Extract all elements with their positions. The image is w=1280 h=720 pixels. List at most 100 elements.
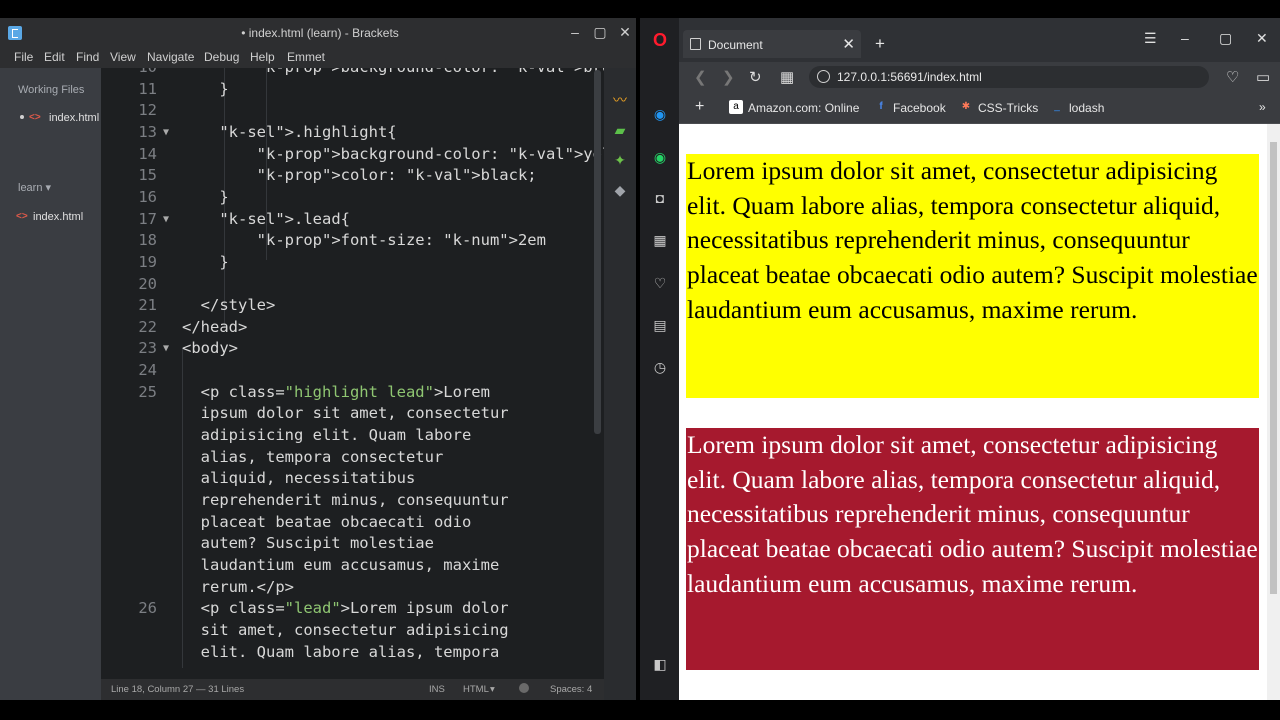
menu-emmet[interactable]: Emmet (287, 50, 325, 64)
insert-mode[interactable]: INS (429, 684, 445, 695)
code-line[interactable]: elit. Quam labore alias, tempora (101, 643, 604, 665)
maximize-button[interactable]: ▢ (1219, 30, 1232, 47)
code-line[interactable]: 26 <p class="lead">Lorem ipsum dolor (101, 599, 604, 621)
page-scrollbar-thumb[interactable] (1270, 142, 1277, 594)
code-line[interactable]: ipsum dolor sit amet, consectetur (101, 404, 604, 426)
tabs-grid-icon[interactable]: ▦ (780, 68, 794, 86)
code-text: } (182, 187, 229, 206)
code-line[interactable]: laudantium eum accusamus, maxime (101, 556, 604, 578)
code-line[interactable]: 10 "k-prop">background-color: "k-val">br… (101, 68, 604, 80)
menu-view[interactable]: View (110, 50, 136, 64)
minimize-button[interactable]: – (564, 22, 586, 42)
messenger-icon[interactable]: ◉ (650, 104, 670, 124)
code-text: </head> (182, 317, 248, 336)
back-icon[interactable]: ❮ (694, 68, 707, 86)
code-line[interactable]: 12 (101, 101, 604, 123)
code-line[interactable]: 20 (101, 275, 604, 297)
menu-navigate[interactable]: Navigate (147, 50, 194, 64)
fold-arrow-icon[interactable]: ▼ (163, 214, 169, 225)
lodash-icon: _ (1054, 101, 1060, 112)
indent-spaces[interactable]: Spaces: 4 (550, 684, 592, 695)
add-bookmark-button[interactable]: + (693, 98, 713, 116)
code-text: sit amet, consectetur adipisicing (182, 620, 509, 639)
camera-icon[interactable]: ◘ (650, 188, 670, 208)
menu-help[interactable]: Help (250, 50, 275, 64)
opera-window: O ◉ ◉ ◘ ▦ ♡ ▤ ◷ ◧ Document ✕ + ☰ – ▢ ✕ ❮… (640, 18, 1280, 700)
page-scrollbar[interactable] (1267, 124, 1280, 700)
line-number: 18 (138, 231, 157, 250)
more-bookmarks-icon[interactable]: » (1259, 100, 1271, 116)
menu-find[interactable]: Find (76, 50, 99, 64)
bookmark-amazon[interactable]: a Amazon.com: Online (729, 100, 859, 116)
code-line[interactable]: 22 </head> (101, 318, 604, 340)
project-dropdown[interactable]: learn ▾ (18, 181, 51, 194)
menu-file[interactable]: File (14, 50, 33, 64)
code-line[interactable]: 14 "k-prop">background-color: "k-val">ye… (101, 145, 604, 167)
heart-bookmark-icon[interactable]: ♡ (1226, 68, 1239, 86)
opera-logo-icon[interactable]: O (650, 30, 670, 50)
bookmark-css-tricks[interactable]: ✱ CSS-Tricks (959, 100, 1049, 116)
code-line[interactable]: 24 (101, 361, 604, 383)
close-tab-icon[interactable]: ✕ (842, 35, 855, 53)
window-title: • index.html (learn) - Brackets (241, 26, 399, 40)
code-line[interactable]: 19 } (101, 253, 604, 275)
code-line[interactable]: adipisicing elit. Quam labore (101, 426, 604, 448)
close-button[interactable]: ✕ (1256, 30, 1268, 47)
code-line[interactable]: placeat beatae obcaecati odio (101, 513, 604, 535)
code-line[interactable]: autem? Suscipit molestiae (101, 534, 604, 556)
code-line[interactable]: 23 ▼ <body> (101, 339, 604, 361)
code-line[interactable]: alias, tempora consectetur (101, 448, 604, 470)
tab-document[interactable]: Document ✕ (683, 30, 861, 58)
menu-debug[interactable]: Debug (204, 50, 239, 64)
code-line[interactable]: 15 "k-prop">color: "k-val">black; (101, 166, 604, 188)
menu-edit[interactable]: Edit (44, 50, 65, 64)
heart-icon[interactable]: ♡ (650, 273, 670, 293)
code-line[interactable]: 18 "k-prop">font-size: "k-num">2em (101, 231, 604, 253)
speed-dial-icon[interactable]: ▦ (650, 230, 670, 250)
html-file-icon: <> (16, 211, 28, 222)
maximize-button[interactable]: ▢ (589, 22, 611, 42)
forward-icon[interactable]: ❯ (722, 68, 735, 86)
tab-menu-icon[interactable]: ☰ (1144, 30, 1157, 47)
code-line[interactable]: aliquid, necessitatibus (101, 469, 604, 491)
code-line[interactable]: 21 </style> (101, 296, 604, 318)
editor-scrollbar[interactable] (594, 70, 601, 434)
whatsapp-icon[interactable]: ◉ (650, 147, 670, 167)
code-line[interactable]: 13 ▼ "k-sel">.highlight{ (101, 123, 604, 145)
code-line[interactable]: 11 } (101, 80, 604, 102)
close-button[interactable]: ✕ (614, 22, 636, 42)
url-field[interactable]: 127.0.0.1:56691/index.html (809, 66, 1209, 88)
code-line[interactable]: sit amet, consectetur adipisicing (101, 621, 604, 643)
code-line[interactable]: 17 ▼ "k-sel">.lead{ (101, 210, 604, 232)
working-file-item[interactable]: <> index.html (0, 109, 101, 129)
git-icon[interactable]: ◆ (612, 182, 628, 198)
code-text: } (182, 79, 229, 98)
bookmark-facebook[interactable]: f Facebook (874, 100, 954, 116)
extension-icon[interactable]: ✦ (612, 152, 628, 168)
battery-icon[interactable]: ▭ (1256, 68, 1270, 86)
opera-sidebar: O ◉ ◉ ◘ ▦ ♡ ▤ ◷ ◧ (640, 18, 679, 700)
code-line[interactable]: 25 <p class="highlight lead">Lorem (101, 383, 604, 405)
news-icon[interactable]: ▤ (650, 315, 670, 335)
language-dropdown-arrow[interactable]: ▾ (490, 684, 495, 695)
fold-arrow-icon[interactable]: ▼ (163, 127, 169, 138)
new-tab-button[interactable]: + (875, 34, 885, 54)
code-line[interactable]: 16 } (101, 188, 604, 210)
code-text: ipsum dolor sit amet, consectetur (182, 404, 509, 423)
history-icon[interactable]: ◷ (650, 357, 670, 377)
minimize-button[interactable]: – (1181, 30, 1189, 46)
extension-manager-icon[interactable]: ▰ (612, 122, 628, 138)
project-file-item[interactable]: <> index.html (0, 208, 101, 228)
fold-arrow-icon[interactable]: ▼ (163, 343, 169, 354)
language-selector[interactable]: HTML (463, 684, 489, 695)
code-text: <p class="lead">Lorem ipsum dolor (182, 599, 509, 618)
live-preview-icon[interactable]: 〰 (612, 92, 628, 108)
brackets-titlebar: • index.html (learn) - Brackets – ▢ ✕ (0, 18, 640, 46)
bookmark-lodash[interactable]: _ lodash (1050, 100, 1120, 116)
code-line[interactable]: rerum.</p> (101, 578, 604, 600)
linter-status-icon[interactable] (519, 683, 529, 693)
reload-icon[interactable]: ↻ (749, 68, 762, 86)
code-line[interactable]: reprehenderit minus, consequuntur (101, 491, 604, 513)
sidebar-toggle-icon[interactable]: ◧ (650, 654, 670, 674)
code-editor[interactable]: 10 "k-prop">background-color: "k-val">br… (101, 68, 604, 679)
